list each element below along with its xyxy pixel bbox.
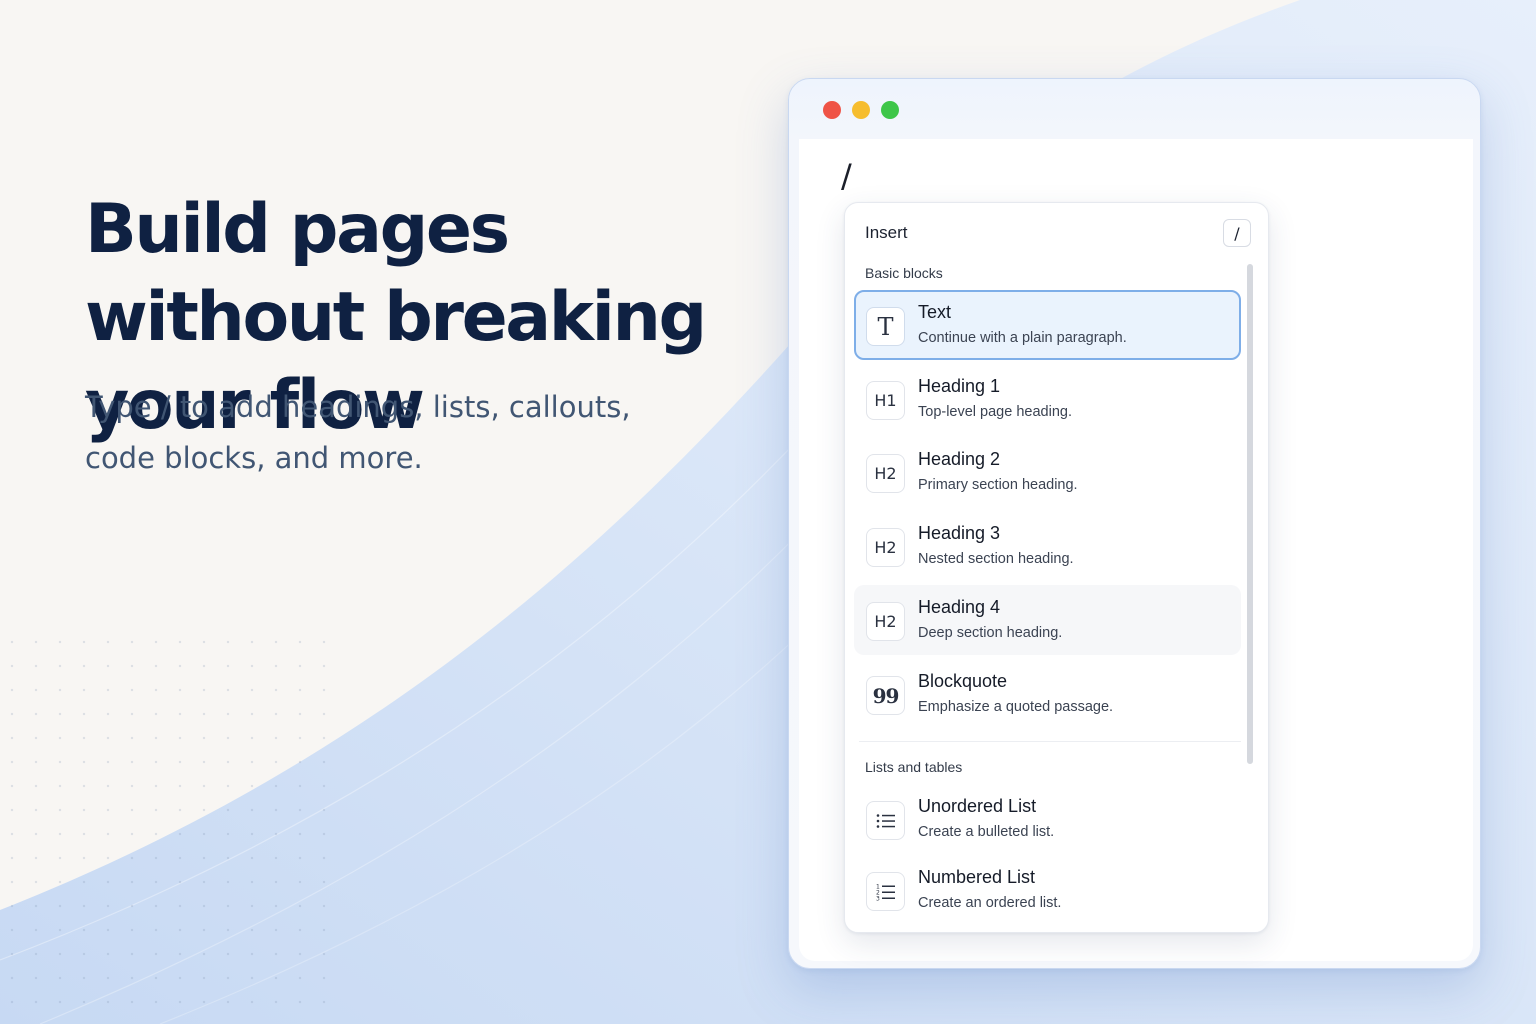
section-divider bbox=[859, 741, 1241, 742]
heading-4-icon: H2 bbox=[866, 602, 905, 641]
menu-item-description: Primary section heading. bbox=[918, 477, 1078, 493]
heading-3-icon: H2 bbox=[866, 528, 905, 567]
bulleted-list-icon bbox=[866, 801, 905, 840]
menu-item-description: Nested section heading. bbox=[918, 551, 1074, 567]
svg-text:3: 3 bbox=[876, 895, 880, 901]
minimize-window-button[interactable] bbox=[852, 101, 870, 119]
heading-1-icon: H1 bbox=[866, 381, 905, 420]
menu-item-description: Deep section heading. bbox=[918, 625, 1063, 641]
menu-item-title: Heading 3 bbox=[918, 523, 1001, 543]
menu-item-numbered-list[interactable]: 1 2 3 Numbered List Create an ordered li… bbox=[854, 855, 1241, 925]
menu-item-description: Continue with a plain paragraph. bbox=[918, 330, 1127, 346]
menu-item-title: Heading 2 bbox=[918, 449, 1001, 469]
editor-canvas[interactable]: / Insert / Basic blocks T Text Continue … bbox=[799, 139, 1473, 961]
dot-pattern bbox=[0, 630, 330, 1024]
menu-item-title: Heading 4 bbox=[918, 597, 1001, 617]
section-label-lists-and-tables: Lists and tables bbox=[865, 759, 963, 775]
numbered-list-icon: 1 2 3 bbox=[866, 872, 905, 911]
blockquote-icon: 99 bbox=[866, 676, 905, 715]
menu-item-blockquote[interactable]: 99 Blockquote Emphasize a quoted passage… bbox=[854, 659, 1241, 729]
menu-item-description: Emphasize a quoted passage. bbox=[918, 699, 1114, 715]
window-controls bbox=[823, 101, 899, 119]
text-icon: T bbox=[866, 307, 905, 346]
menu-item-description: Top-level page heading. bbox=[918, 404, 1072, 420]
menu-item-title: Unordered List bbox=[918, 796, 1037, 816]
menu-item-title: Blockquote bbox=[918, 671, 1008, 691]
menu-item-description: Create a bulleted list. bbox=[918, 824, 1055, 840]
menu-item-title: Heading 1 bbox=[918, 376, 1001, 396]
menu-item-text[interactable]: T Text Continue with a plain paragraph. bbox=[854, 290, 1241, 360]
insert-menu: Insert / Basic blocks T Text Continue wi… bbox=[844, 202, 1269, 933]
maximize-window-button[interactable] bbox=[881, 101, 899, 119]
menu-scrollbar[interactable] bbox=[1247, 264, 1253, 764]
menu-item-unordered-list[interactable]: Unordered List Create a bulleted list. bbox=[854, 784, 1241, 854]
app-window: / Insert / Basic blocks T Text Continue … bbox=[788, 78, 1481, 969]
typed-slash-command[interactable]: / bbox=[841, 157, 852, 195]
menu-item-title: Text bbox=[918, 302, 952, 322]
menu-item-title: Numbered List bbox=[918, 867, 1036, 887]
slash-shortcut-key: / bbox=[1223, 219, 1251, 247]
menu-item-heading-3[interactable]: H2 Heading 3 Nested section heading. bbox=[854, 511, 1241, 581]
section-label-basic-blocks: Basic blocks bbox=[865, 265, 943, 281]
menu-item-description: Create an ordered list. bbox=[918, 895, 1062, 911]
hero-subhead: Type / to add headings, lists, callouts,… bbox=[85, 390, 631, 475]
menu-item-heading-2[interactable]: H2 Heading 2 Primary section heading. bbox=[854, 437, 1241, 507]
close-window-button[interactable] bbox=[823, 101, 841, 119]
insert-menu-title: Insert bbox=[865, 223, 908, 242]
heading-2-icon: H2 bbox=[866, 454, 905, 493]
menu-item-heading-4[interactable]: H2 Heading 4 Deep section heading. bbox=[854, 585, 1241, 655]
menu-item-heading-1[interactable]: H1 Heading 1 Top-level page heading. bbox=[854, 364, 1241, 434]
